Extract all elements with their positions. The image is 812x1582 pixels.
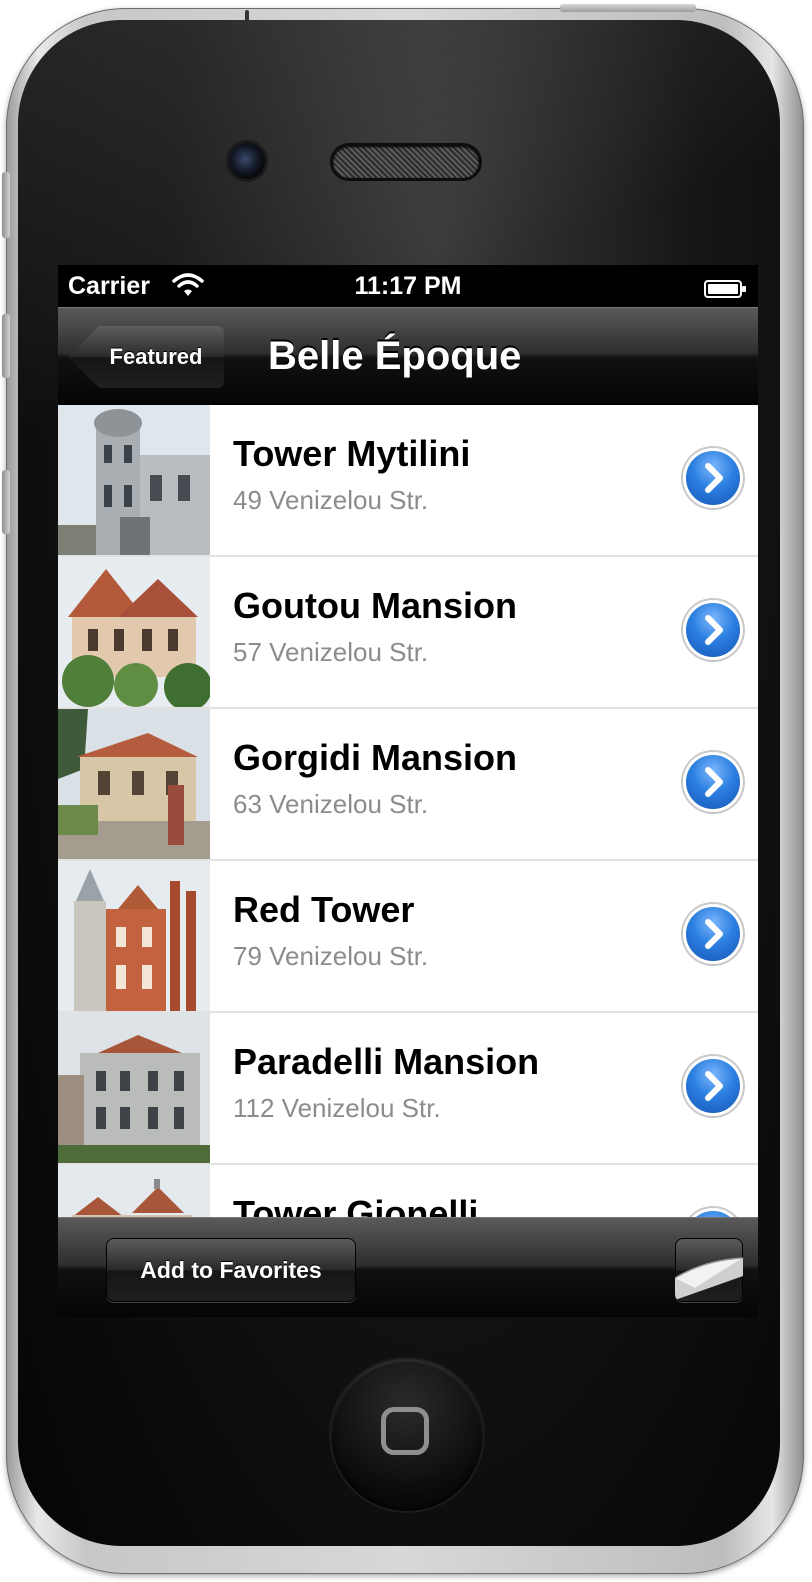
- thumbnail-image: [58, 709, 210, 859]
- item-address: 57 Venizelou Str.: [233, 637, 429, 667]
- volume-up-button: [2, 314, 10, 378]
- list-item[interactable]: Tower Gionelli: [58, 1165, 758, 1217]
- thumbnail-image: [58, 405, 210, 555]
- item-address: 49 Venizelou Str.: [233, 485, 429, 515]
- bottom-toolbar: Add to Favorites: [58, 1217, 758, 1317]
- page-curl-button[interactable]: [675, 1238, 743, 1302]
- status-bar: Carrier 11:17 PM: [58, 265, 758, 307]
- item-title: Tower Mytilini: [233, 433, 471, 474]
- detail-disclosure-button[interactable]: [686, 603, 740, 657]
- item-address: 63 Venizelou Str.: [233, 789, 429, 819]
- list-item[interactable]: Paradelli Mansion 112 Venizelou Str.: [58, 1013, 758, 1165]
- detail-disclosure-button[interactable]: [686, 451, 740, 505]
- item-title: Paradelli Mansion: [233, 1041, 540, 1082]
- thumbnail-image: [58, 861, 210, 1011]
- front-camera-icon: [229, 143, 265, 179]
- list-item[interactable]: Gorgidi Mansion 63 Venizelou Str.: [58, 709, 758, 861]
- page-curl-icon: [675, 1257, 743, 1300]
- list-item[interactable]: Goutou Mansion 57 Venizelou Str.: [58, 557, 758, 709]
- item-address: 79 Venizelou Str.: [233, 941, 429, 971]
- item-title: Goutou Mansion: [233, 585, 517, 626]
- detail-disclosure-button[interactable]: [686, 755, 740, 809]
- item-title: Red Tower: [233, 889, 415, 930]
- list-item[interactable]: Red Tower 79 Venizelou Str.: [58, 861, 758, 1013]
- add-to-favorites-button[interactable]: Add to Favorites: [106, 1238, 356, 1302]
- volume-down-button: [2, 470, 10, 534]
- earpiece-speaker: [333, 146, 479, 178]
- home-square-icon: [381, 1407, 429, 1455]
- navigation-bar: Featured Belle Époque: [58, 307, 758, 403]
- place-list: Tower Mytilini 49 Venizelou Str. Goutou: [58, 405, 758, 1217]
- screen: Carrier 11:17 PM Featured Belle Époque T…: [58, 265, 758, 1317]
- clock: 11:17 PM: [354, 272, 462, 300]
- item-title: Gorgidi Mansion: [233, 737, 517, 778]
- detail-disclosure-button[interactable]: [686, 907, 740, 961]
- item-address: 112 Venizelou Str.: [233, 1093, 441, 1123]
- sleep-button: [560, 4, 696, 12]
- thumbnail-image: [58, 1013, 210, 1163]
- mute-switch: [2, 172, 10, 238]
- detail-disclosure-button[interactable]: [686, 1059, 740, 1113]
- page-title: Belle Époque: [268, 334, 522, 378]
- list-item[interactable]: Tower Mytilini 49 Venizelou Str.: [58, 405, 758, 557]
- back-button[interactable]: Featured: [68, 326, 224, 388]
- back-button-label: Featured: [109, 344, 203, 369]
- item-title: Tower Gionelli: [233, 1193, 479, 1217]
- home-button[interactable]: [331, 1359, 483, 1511]
- thumbnail-image: [58, 557, 210, 707]
- battery-icon: [704, 277, 748, 306]
- thumbnail-image: [58, 1165, 210, 1217]
